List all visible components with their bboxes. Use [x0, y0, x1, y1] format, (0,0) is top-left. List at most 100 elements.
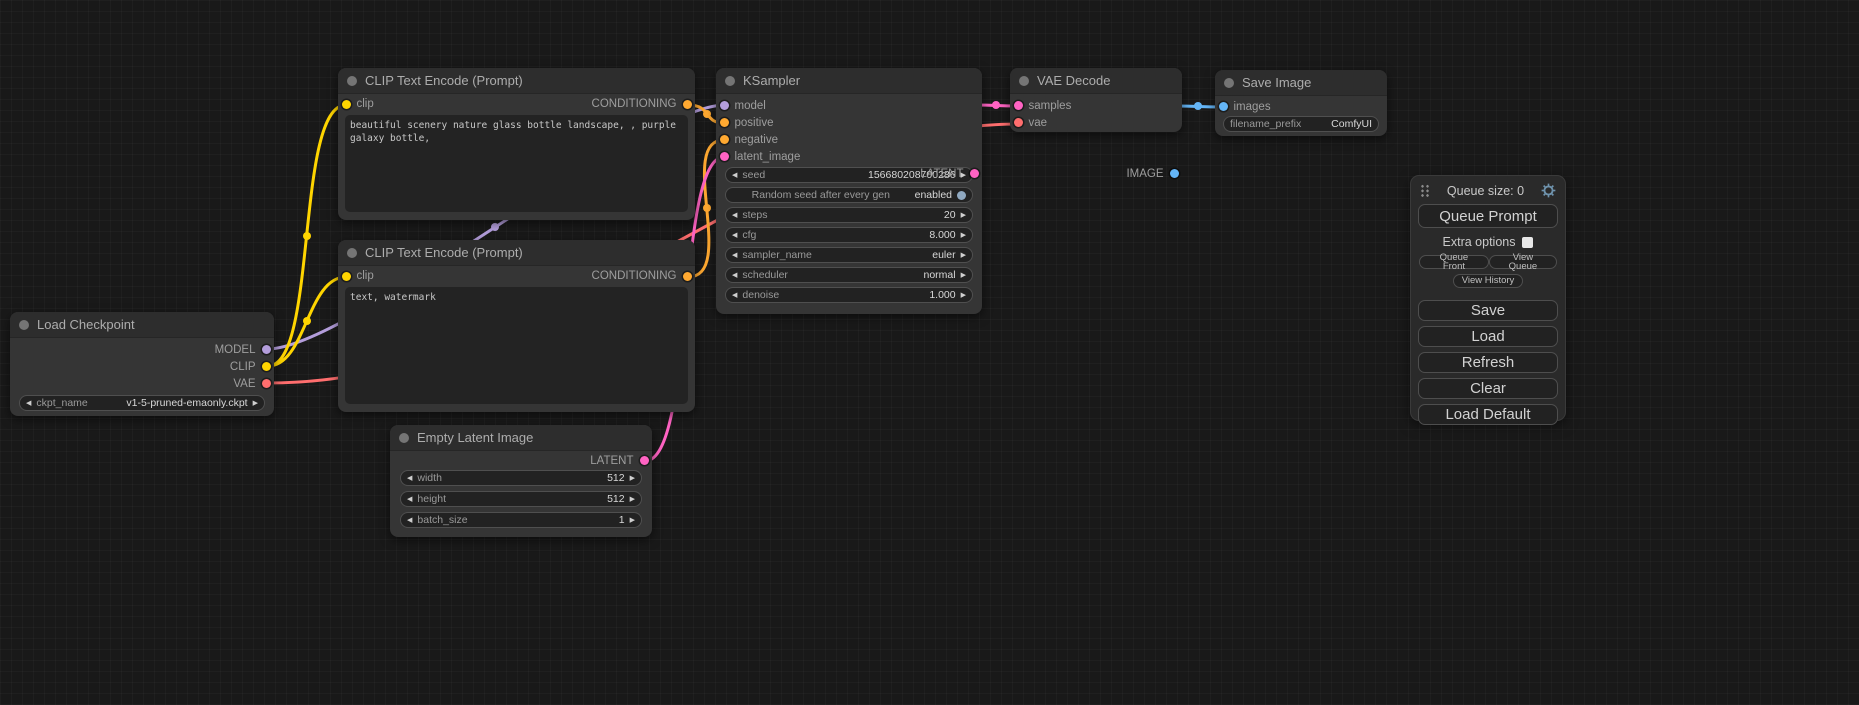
load-button[interactable]: Load [1418, 326, 1558, 347]
arrow-right-icon[interactable]: ▶ [961, 212, 966, 219]
slot-label: CONDITIONING [592, 98, 677, 110]
model-slot-dot[interactable] [720, 101, 729, 110]
collapse-dot-icon[interactable] [725, 76, 735, 86]
slot-label: samples [1029, 100, 1072, 112]
queue-prompt-button[interactable]: Queue Prompt [1418, 204, 1558, 228]
collapse-dot-icon[interactable] [347, 76, 357, 86]
node-header[interactable]: Load Checkpoint [10, 312, 274, 338]
conditioning-slot-dot[interactable] [720, 135, 729, 144]
arrow-left-icon[interactable]: ◀ [732, 232, 737, 239]
slot-label: LATENT [920, 168, 963, 180]
widget-value: 20 [944, 209, 956, 221]
queue-size-label: Queue size: 0 [1447, 184, 1524, 198]
batch-size-widget[interactable]: ◀ batch_size 1 ▶ [400, 512, 642, 528]
widget-label: width [417, 472, 602, 484]
sampler-name-widget[interactable]: ◀ sampler_name euler ▶ [725, 247, 973, 263]
arrow-left-icon[interactable]: ◀ [407, 475, 412, 482]
node-header[interactable]: VAE Decode [1010, 68, 1182, 94]
ckpt-name-widget[interactable]: ◀ ckpt_name v1-5-pruned-emaonly.ckpt ▶ [19, 395, 265, 411]
arrow-left-icon[interactable]: ◀ [407, 517, 412, 524]
collapse-dot-icon[interactable] [19, 320, 29, 330]
node-clip-text-encode-negative[interactable]: CLIP Text Encode (Prompt) clip CONDITION… [338, 240, 695, 412]
arrow-left-icon[interactable]: ◀ [732, 272, 737, 279]
arrow-right-icon[interactable]: ▶ [961, 292, 966, 299]
prompt-textarea[interactable]: text, watermark [345, 287, 688, 404]
filename-prefix-widget[interactable]: filename_prefix ComfyUI [1223, 116, 1379, 132]
image-slot-dot[interactable] [1219, 102, 1228, 111]
drag-handle-icon[interactable] [1420, 184, 1430, 198]
latent-slot-dot[interactable] [640, 456, 649, 465]
arrow-right-icon[interactable]: ▶ [630, 517, 635, 524]
arrow-right-icon[interactable]: ▶ [630, 496, 635, 503]
steps-widget[interactable]: ◀ steps 20 ▶ [725, 207, 973, 223]
widget-value: 512 [607, 472, 625, 484]
conditioning-slot-dot[interactable] [683, 100, 692, 109]
arrow-right-icon[interactable]: ▶ [961, 252, 966, 259]
node-header[interactable]: Empty Latent Image [390, 425, 652, 451]
node-load-checkpoint[interactable]: Load Checkpoint MODEL CLIP VAE ◀ ckpt_na… [10, 312, 274, 416]
latent-slot-dot[interactable] [720, 152, 729, 161]
save-button[interactable]: Save [1418, 300, 1558, 321]
node-header[interactable]: Save Image [1215, 70, 1387, 96]
arrow-left-icon[interactable]: ◀ [732, 212, 737, 219]
node-header[interactable]: CLIP Text Encode (Prompt) [338, 240, 695, 266]
scheduler-widget[interactable]: ◀ scheduler normal ▶ [725, 267, 973, 283]
node-vae-decode[interactable]: VAE Decode samples vae IMAGE [1010, 68, 1182, 132]
collapse-dot-icon[interactable] [1019, 76, 1029, 86]
queue-front-button[interactable]: Queue Front [1419, 255, 1489, 269]
input-positive: positive [716, 114, 982, 131]
widget-label: batch_size [417, 514, 613, 526]
widget-label: steps [742, 209, 939, 221]
arrow-left-icon[interactable]: ◀ [732, 172, 737, 179]
arrow-left-icon[interactable]: ◀ [407, 496, 412, 503]
vae-slot-dot[interactable] [262, 379, 271, 388]
clip-slot-dot[interactable] [342, 272, 351, 281]
latent-slot-dot[interactable] [1014, 101, 1023, 110]
queue-menu-panel: Queue size: 0 Queue Prompt Extr [1410, 175, 1566, 421]
node-save-image[interactable]: Save Image images filename_prefix ComfyU… [1215, 70, 1387, 136]
node-title: CLIP Text Encode (Prompt) [365, 73, 523, 88]
conditioning-slot-dot[interactable] [683, 272, 692, 281]
arrow-left-icon[interactable]: ◀ [732, 292, 737, 299]
clip-slot-dot[interactable] [342, 100, 351, 109]
clip-slot-dot[interactable] [262, 362, 271, 371]
arrow-left-icon[interactable]: ◀ [732, 252, 737, 259]
arrow-right-icon[interactable]: ▶ [630, 475, 635, 482]
cfg-widget[interactable]: ◀ cfg 8.000 ▶ [725, 227, 973, 243]
node-header[interactable]: KSampler [716, 68, 982, 94]
input-vae: vae [1010, 114, 1182, 131]
collapse-dot-icon[interactable] [347, 248, 357, 258]
arrow-right-icon[interactable]: ▶ [961, 232, 966, 239]
image-slot-dot[interactable] [1170, 169, 1179, 178]
arrow-left-icon[interactable]: ◀ [26, 400, 31, 407]
model-slot-dot[interactable] [262, 345, 271, 354]
collapse-dot-icon[interactable] [399, 433, 409, 443]
collapse-dot-icon[interactable] [1224, 78, 1234, 88]
load-default-button[interactable]: Load Default [1418, 404, 1558, 425]
vae-slot-dot[interactable] [1014, 118, 1023, 127]
prompt-textarea[interactable]: beautiful scenery nature glass bottle la… [345, 115, 688, 212]
node-graph-canvas[interactable]: Load Checkpoint MODEL CLIP VAE ◀ ckpt_na… [0, 0, 1859, 705]
node-ksampler[interactable]: KSampler model positive negative latent_… [716, 68, 982, 314]
height-widget[interactable]: ◀ height 512 ▶ [400, 491, 642, 507]
arrow-right-icon[interactable]: ▶ [961, 272, 966, 279]
widget-value: 1.000 [929, 289, 955, 301]
view-queue-button[interactable]: View Queue [1489, 255, 1557, 269]
arrow-right-icon[interactable]: ▶ [253, 400, 258, 407]
toggle-dot[interactable] [957, 191, 966, 200]
view-history-button[interactable]: View History [1453, 274, 1524, 288]
gear-icon[interactable] [1541, 183, 1556, 198]
node-header[interactable]: CLIP Text Encode (Prompt) [338, 68, 695, 94]
clear-button[interactable]: Clear [1418, 378, 1558, 399]
denoise-widget[interactable]: ◀ denoise 1.000 ▶ [725, 287, 973, 303]
node-empty-latent-image[interactable]: Empty Latent Image LATENT ◀ width 512 ▶ … [390, 425, 652, 537]
extra-options-label: Extra options [1443, 235, 1516, 249]
conditioning-slot-dot[interactable] [720, 118, 729, 127]
random-seed-widget[interactable]: Random seed after every gen enabled [725, 187, 973, 203]
extra-options-checkbox[interactable] [1522, 237, 1533, 248]
refresh-button[interactable]: Refresh [1418, 352, 1558, 373]
latent-slot-dot[interactable] [970, 169, 979, 178]
slot-label: clip [357, 98, 374, 110]
width-widget[interactable]: ◀ width 512 ▶ [400, 470, 642, 486]
node-clip-text-encode-positive[interactable]: CLIP Text Encode (Prompt) clip CONDITION… [338, 68, 695, 220]
